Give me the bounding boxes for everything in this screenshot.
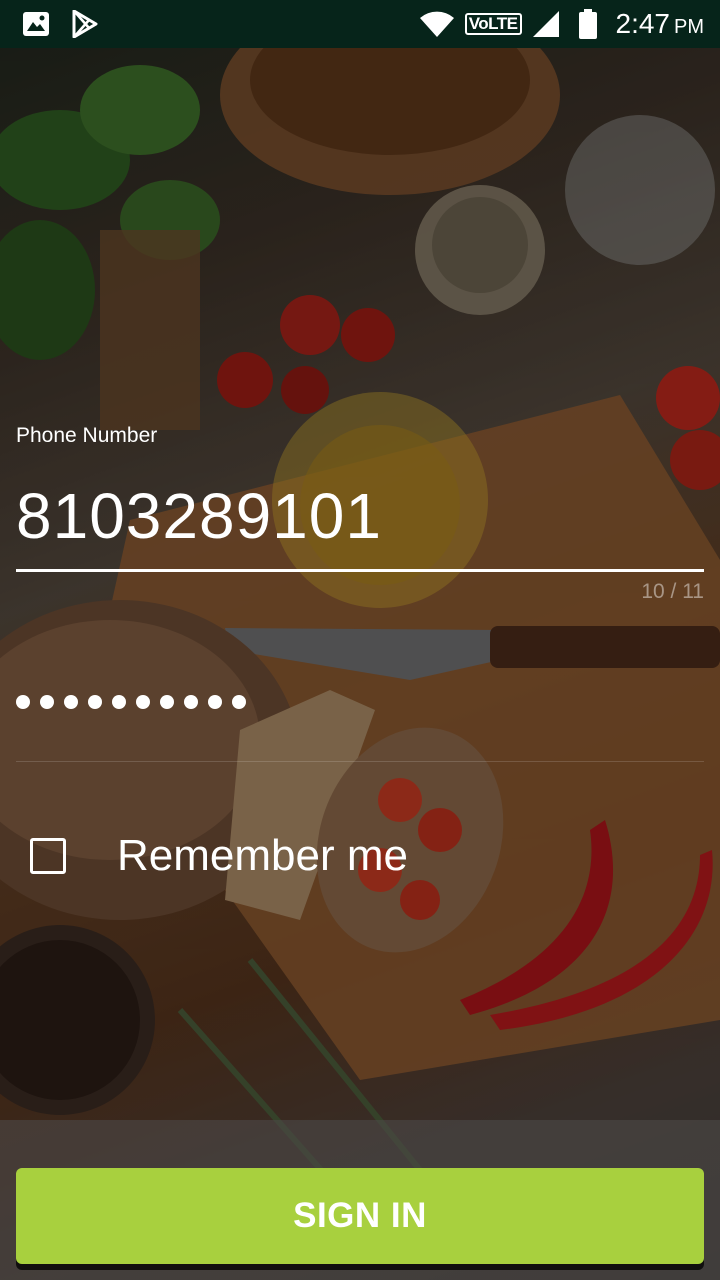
password-mask-dot bbox=[40, 695, 54, 709]
battery-icon bbox=[578, 9, 598, 39]
remember-me-label: Remember me bbox=[117, 831, 408, 880]
password-input-underline bbox=[16, 761, 704, 762]
status-clock: 2:47 bbox=[615, 8, 671, 39]
status-bar: VoLTE 2:47 PM bbox=[0, 0, 720, 48]
password-mask-dot bbox=[112, 695, 126, 709]
password-mask-dot bbox=[184, 695, 198, 709]
signal-icon bbox=[532, 10, 560, 38]
play-store-icon bbox=[72, 10, 98, 38]
volte-indicator: VoLTE bbox=[464, 13, 522, 35]
password-mask-dot bbox=[136, 695, 150, 709]
sign-in-button[interactable]: SIGN IN bbox=[16, 1168, 704, 1264]
wifi-icon bbox=[419, 10, 455, 38]
password-input[interactable] bbox=[16, 670, 704, 734]
background-food-photo bbox=[0, 0, 720, 1280]
password-mask-dot bbox=[64, 695, 78, 709]
phone-char-counter: 10 / 11 bbox=[641, 580, 704, 603]
password-mask-dot bbox=[88, 695, 102, 709]
phone-number-input[interactable] bbox=[16, 466, 704, 566]
password-mask-dot bbox=[232, 695, 246, 709]
password-mask-dot bbox=[208, 695, 222, 709]
phone-number-label: Phone Number bbox=[16, 424, 158, 447]
image-icon bbox=[22, 11, 50, 37]
phone-input-underline bbox=[16, 569, 704, 572]
remember-me-checkbox[interactable] bbox=[30, 838, 66, 874]
remember-me-row[interactable]: Remember me bbox=[30, 820, 408, 892]
password-mask-dot bbox=[160, 695, 174, 709]
password-mask-dot bbox=[16, 695, 30, 709]
status-clock-ampm: PM bbox=[674, 16, 704, 38]
